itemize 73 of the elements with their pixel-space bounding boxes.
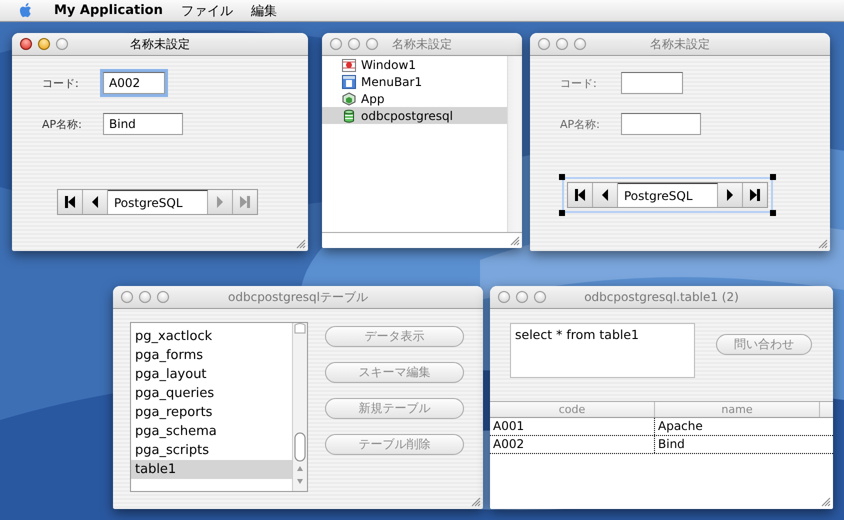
minimize-button[interactable]: [556, 38, 568, 50]
resize-grip-icon[interactable]: [508, 234, 520, 246]
zoom-button[interactable]: [56, 38, 68, 50]
minimize-button[interactable]: [38, 38, 50, 50]
menu-item[interactable]: ファイル: [180, 2, 233, 20]
list-item[interactable]: pga_schema: [131, 422, 292, 441]
database-icon: [342, 108, 356, 122]
field-label: AP名称:: [42, 116, 83, 132]
table-cell: Apache: [654, 418, 818, 435]
nav-button[interactable]: [58, 190, 83, 214]
window-title: odbcpostgresql.table1 (2): [584, 290, 739, 304]
table-cell-text: A001: [492, 418, 526, 435]
apple-icon[interactable]: [19, 2, 34, 19]
input-field[interactable]: [621, 72, 683, 94]
field-label: コード:: [560, 76, 598, 90]
field-label: AP名称:: [560, 116, 601, 132]
menu-app-name[interactable]: My Application: [54, 3, 163, 18]
first-record-icon: [574, 188, 586, 202]
zoom-button[interactable]: [574, 38, 586, 50]
minimize-button[interactable]: [348, 38, 360, 50]
window-title: 名称未設定: [392, 36, 452, 52]
project-item[interactable]: MenuBar1: [322, 73, 507, 90]
list-item[interactable]: pga_forms: [131, 346, 292, 365]
close-button[interactable]: [20, 38, 32, 50]
window-title: 名称未設定: [130, 36, 190, 52]
list-item[interactable]: pga_reports: [131, 403, 292, 422]
zoom-button[interactable]: [534, 291, 546, 303]
project-item[interactable]: odbcpostgresql: [322, 107, 507, 124]
window-title: odbcpostgresqlテーブル: [228, 288, 368, 306]
project-item[interactable]: Window1: [322, 56, 507, 73]
scrollbar[interactable]: [292, 323, 307, 491]
first-record-icon: [64, 195, 76, 209]
resize-handle[interactable]: [559, 174, 565, 180]
resize-grip-icon[interactable]: [469, 495, 481, 507]
resize-handle[interactable]: [559, 210, 565, 216]
list-item[interactable]: pga_scripts: [131, 441, 292, 460]
nav-button[interactable]: [83, 190, 108, 214]
table-cell-text: A002: [492, 436, 526, 453]
nav-button[interactable]: [743, 183, 767, 207]
window-title: 名称未設定: [650, 36, 710, 52]
record-field[interactable]: PostgreSQL: [108, 190, 208, 214]
input-field[interactable]: A002: [103, 72, 165, 94]
minimize-button[interactable]: [139, 291, 151, 303]
record-field[interactable]: PostgreSQL: [618, 183, 718, 207]
project-item[interactable]: App: [322, 90, 507, 107]
field-label: コード:: [42, 76, 80, 90]
menu-bar-icon: [342, 74, 356, 88]
cube-icon: [342, 92, 356, 106]
minimize-button[interactable]: [516, 291, 528, 303]
zoom-button[interactable]: [366, 38, 378, 50]
zoom-button[interactable]: [157, 291, 169, 303]
list-item[interactable]: pga_layout: [131, 365, 292, 384]
nav-button[interactable]: [718, 183, 743, 207]
scrollbar[interactable]: [507, 56, 522, 232]
last-record-icon: [749, 188, 761, 202]
list-item[interactable]: pga_queries: [131, 384, 292, 403]
next-icon: [214, 195, 226, 209]
last-record-icon: [239, 195, 251, 209]
menu-item[interactable]: 編集: [250, 2, 277, 20]
resize-grip-icon[interactable]: [819, 495, 831, 507]
list-item[interactable]: pg_xactlock: [131, 327, 292, 346]
nav-button[interactable]: [568, 183, 593, 207]
list-item[interactable]: table1: [131, 460, 292, 479]
resize-handle[interactable]: [770, 210, 776, 216]
input-field[interactable]: Bind: [103, 113, 183, 135]
next-icon: [724, 188, 736, 202]
resize-handle[interactable]: [770, 174, 776, 180]
nav-button[interactable]: [593, 183, 618, 207]
resize-grip-icon[interactable]: [294, 237, 306, 249]
table-cell: Bind: [654, 436, 818, 453]
resize-grip-icon[interactable]: [816, 237, 828, 249]
query-field[interactable]: select * from table1: [510, 323, 695, 378]
input-field[interactable]: [621, 113, 701, 135]
